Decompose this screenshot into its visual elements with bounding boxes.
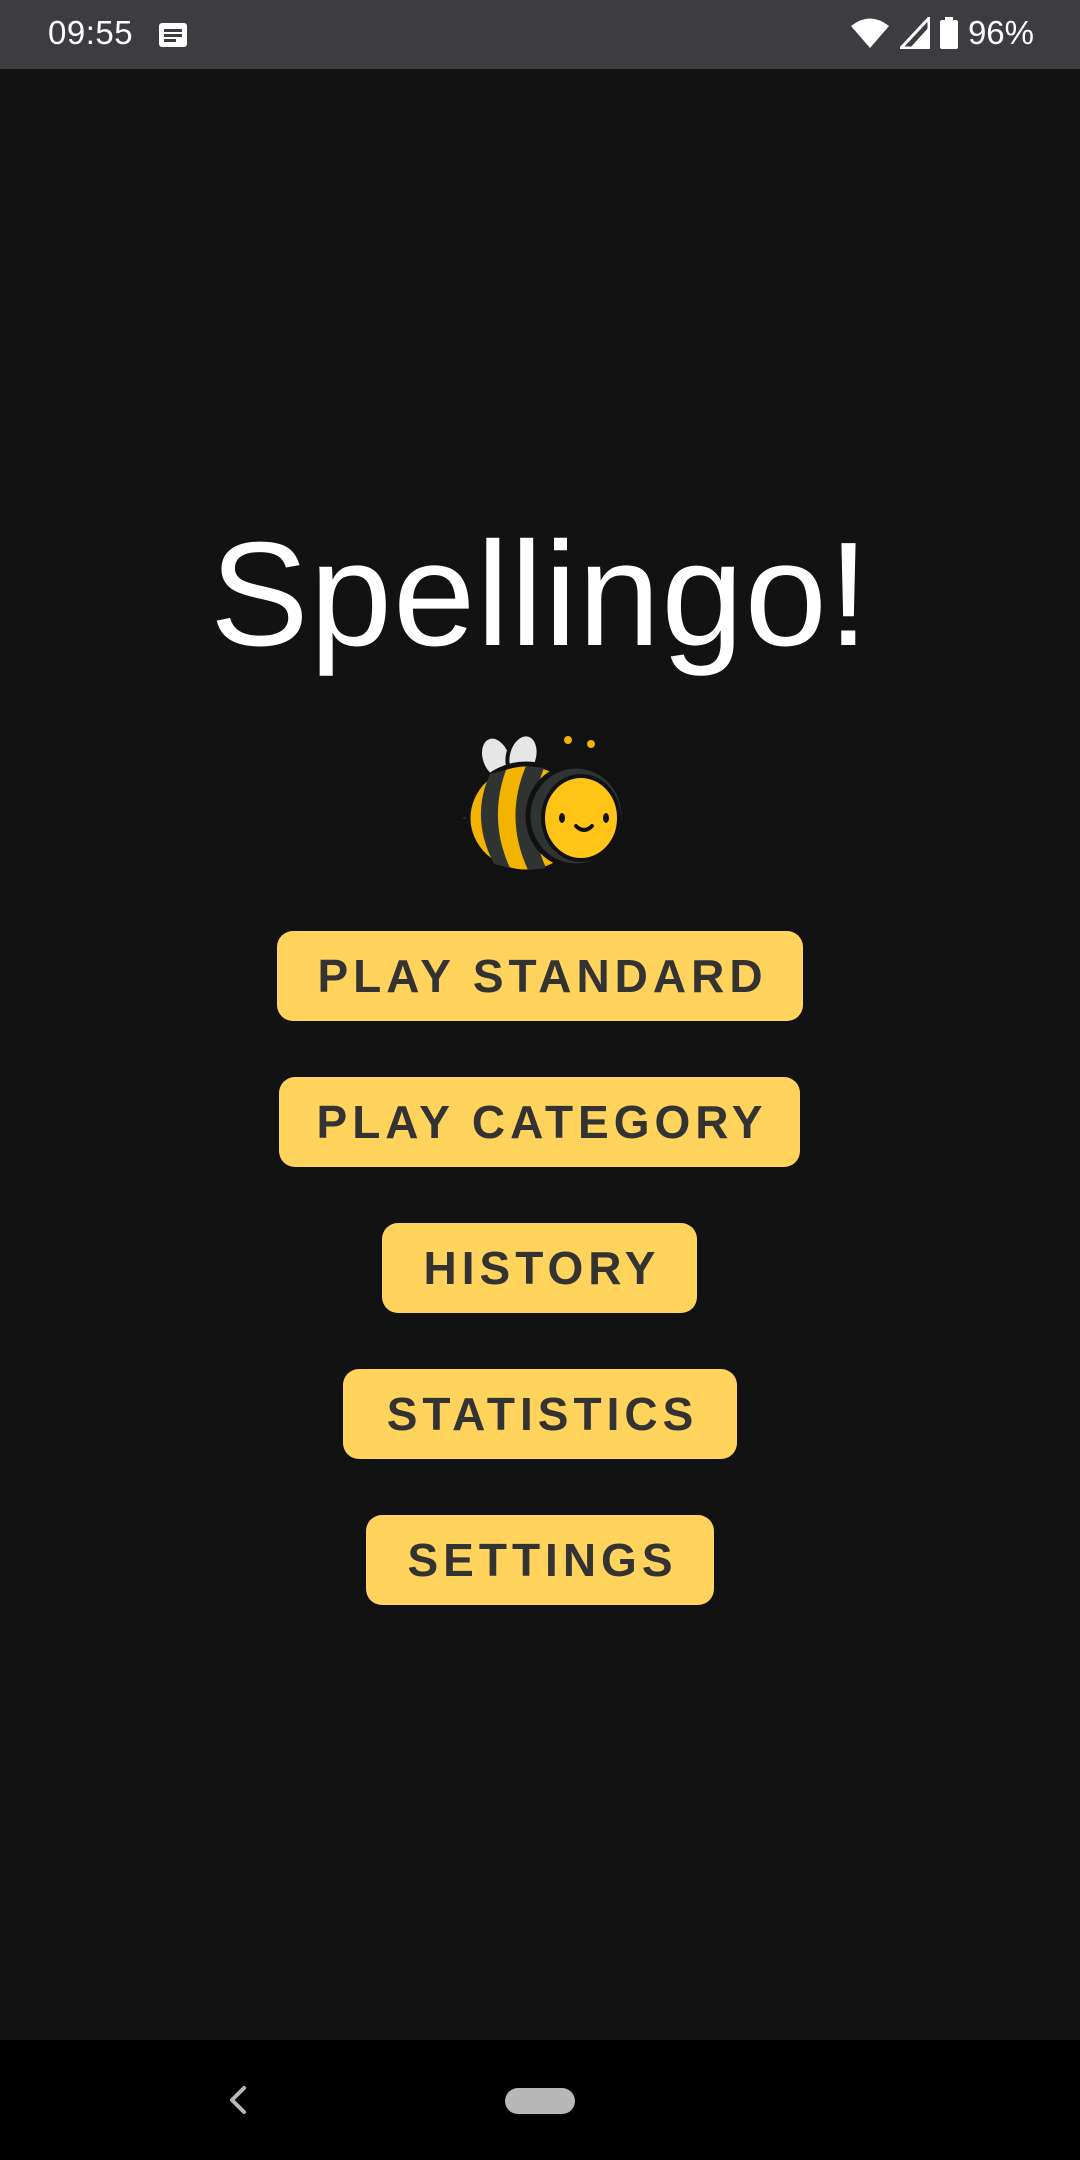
status-icons: 96%	[850, 14, 1034, 52]
battery-percent: 96%	[967, 14, 1034, 51]
navigation-bar	[0, 2040, 1080, 2160]
wifi-icon	[850, 18, 889, 48]
play-category-button[interactable]: PLAY CATEGORY	[279, 1077, 800, 1167]
app-title: Spellingo!	[209, 512, 871, 677]
status-bar: 09:55 96%	[0, 0, 1080, 69]
back-icon[interactable]	[222, 2080, 252, 2120]
history-button[interactable]: HISTORY	[382, 1223, 697, 1313]
settings-button[interactable]: SETTINGS	[366, 1515, 714, 1605]
play-standard-button[interactable]: PLAY STANDARD	[277, 931, 803, 1021]
home-pill-icon[interactable]	[505, 2088, 575, 2114]
statistics-button[interactable]: STATISTICS	[343, 1369, 737, 1459]
bee-icon	[454, 732, 627, 875]
signal-icon	[899, 17, 930, 49]
battery-icon	[939, 17, 958, 49]
message-icon	[159, 23, 187, 47]
status-time: 09:55	[48, 14, 134, 51]
main-menu-screen: 09:55 96% Spellingo! PLAY STANDARD PLAY …	[0, 0, 1080, 2160]
